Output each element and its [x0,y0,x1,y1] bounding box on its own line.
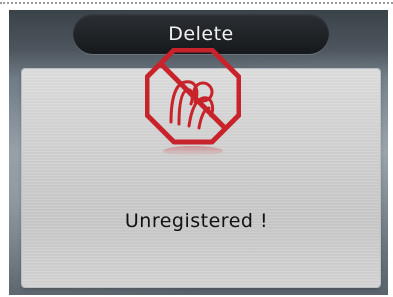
page-title: Delete [168,23,234,45]
no-fingerprint-icon [144,47,242,158]
device-frame: Delete Unregistered ! [0,0,393,297]
status-message: Unregistered ! [124,210,269,232]
dotted-border [0,2,393,4]
